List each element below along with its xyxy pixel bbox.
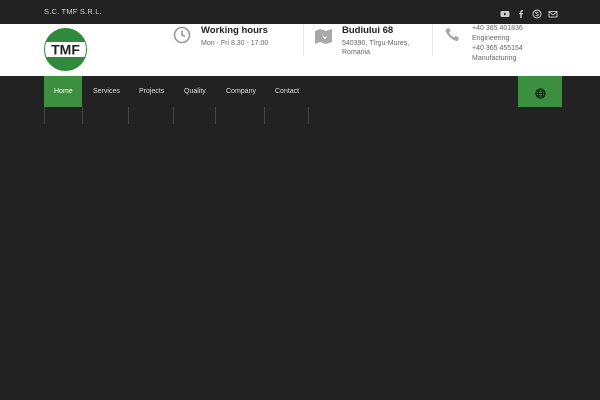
map-icon [314, 26, 334, 46]
language-switcher[interactable] [518, 76, 562, 107]
youtube-icon[interactable] [500, 6, 510, 17]
working-hours-block: Working hours Mon - Fri 8.30 - 17.00 [173, 24, 298, 76]
site-header: TMF Working hours Mon - Fri 8.30 - 17.00… [0, 24, 600, 76]
globe-icon [535, 86, 546, 104]
address-line-1: 540390, Tîrgu-Mureș, [342, 40, 410, 47]
skype-icon[interactable] [532, 6, 542, 19]
nav-label: Home [54, 88, 73, 95]
nav-item-company[interactable]: Company [216, 76, 264, 107]
address-line-2: Romania [342, 49, 371, 56]
address-title: Budiului 68 [342, 25, 394, 36]
phone-block: +40 365 401836 Engineering +40 365 45515… [444, 24, 564, 76]
mail-icon[interactable] [548, 6, 558, 18]
nav-divider [44, 107, 45, 124]
phone-icon [444, 26, 464, 46]
header-divider [303, 24, 304, 56]
facebook-icon[interactable] [516, 6, 526, 18]
nav-label: Quality [184, 88, 206, 95]
nav-item-services[interactable]: Services [83, 76, 128, 107]
nav-item-quality[interactable]: Quality [174, 76, 215, 107]
nav-item-projects[interactable]: Projects [129, 76, 173, 107]
header-divider [432, 24, 433, 56]
phone-manufacturing-number[interactable]: +40 365 455154 [472, 45, 523, 52]
nav-label: Projects [139, 88, 165, 95]
working-hours-title: Working hours [201, 25, 268, 36]
nav-label: Services [93, 88, 120, 95]
nav-divider [308, 107, 309, 124]
phone-engineering-label: Engineering [472, 35, 510, 42]
company-name: S.C. TMF S.R.L. [44, 7, 102, 16]
nav-divider [173, 107, 174, 124]
nav-label: Company [226, 88, 256, 95]
social-links [500, 6, 558, 19]
main-navigation: Home Services Projects Quality Company C… [0, 76, 600, 124]
nav-divider [215, 107, 216, 124]
nav-divider [82, 107, 83, 124]
nav-item-contact[interactable]: Contact [265, 76, 308, 107]
nav-divider [128, 107, 129, 124]
phone-engineering-number[interactable]: +40 365 401836 [472, 25, 523, 32]
nav-label: Contact [275, 88, 300, 95]
clock-icon [173, 26, 193, 46]
logo-text: TMF [51, 42, 80, 58]
working-hours-text: Mon - Fri 8.30 - 17.00 [201, 40, 269, 47]
company-logo[interactable]: TMF [44, 28, 87, 71]
top-bar: S.C. TMF S.R.L. [0, 0, 600, 24]
nav-item-home[interactable]: Home [44, 76, 82, 107]
nav-divider [264, 107, 265, 124]
address-block: Budiului 68 540390, Tîrgu-Mureș, Romania [314, 24, 429, 76]
phone-manufacturing-label: Manufacturing [472, 55, 517, 62]
